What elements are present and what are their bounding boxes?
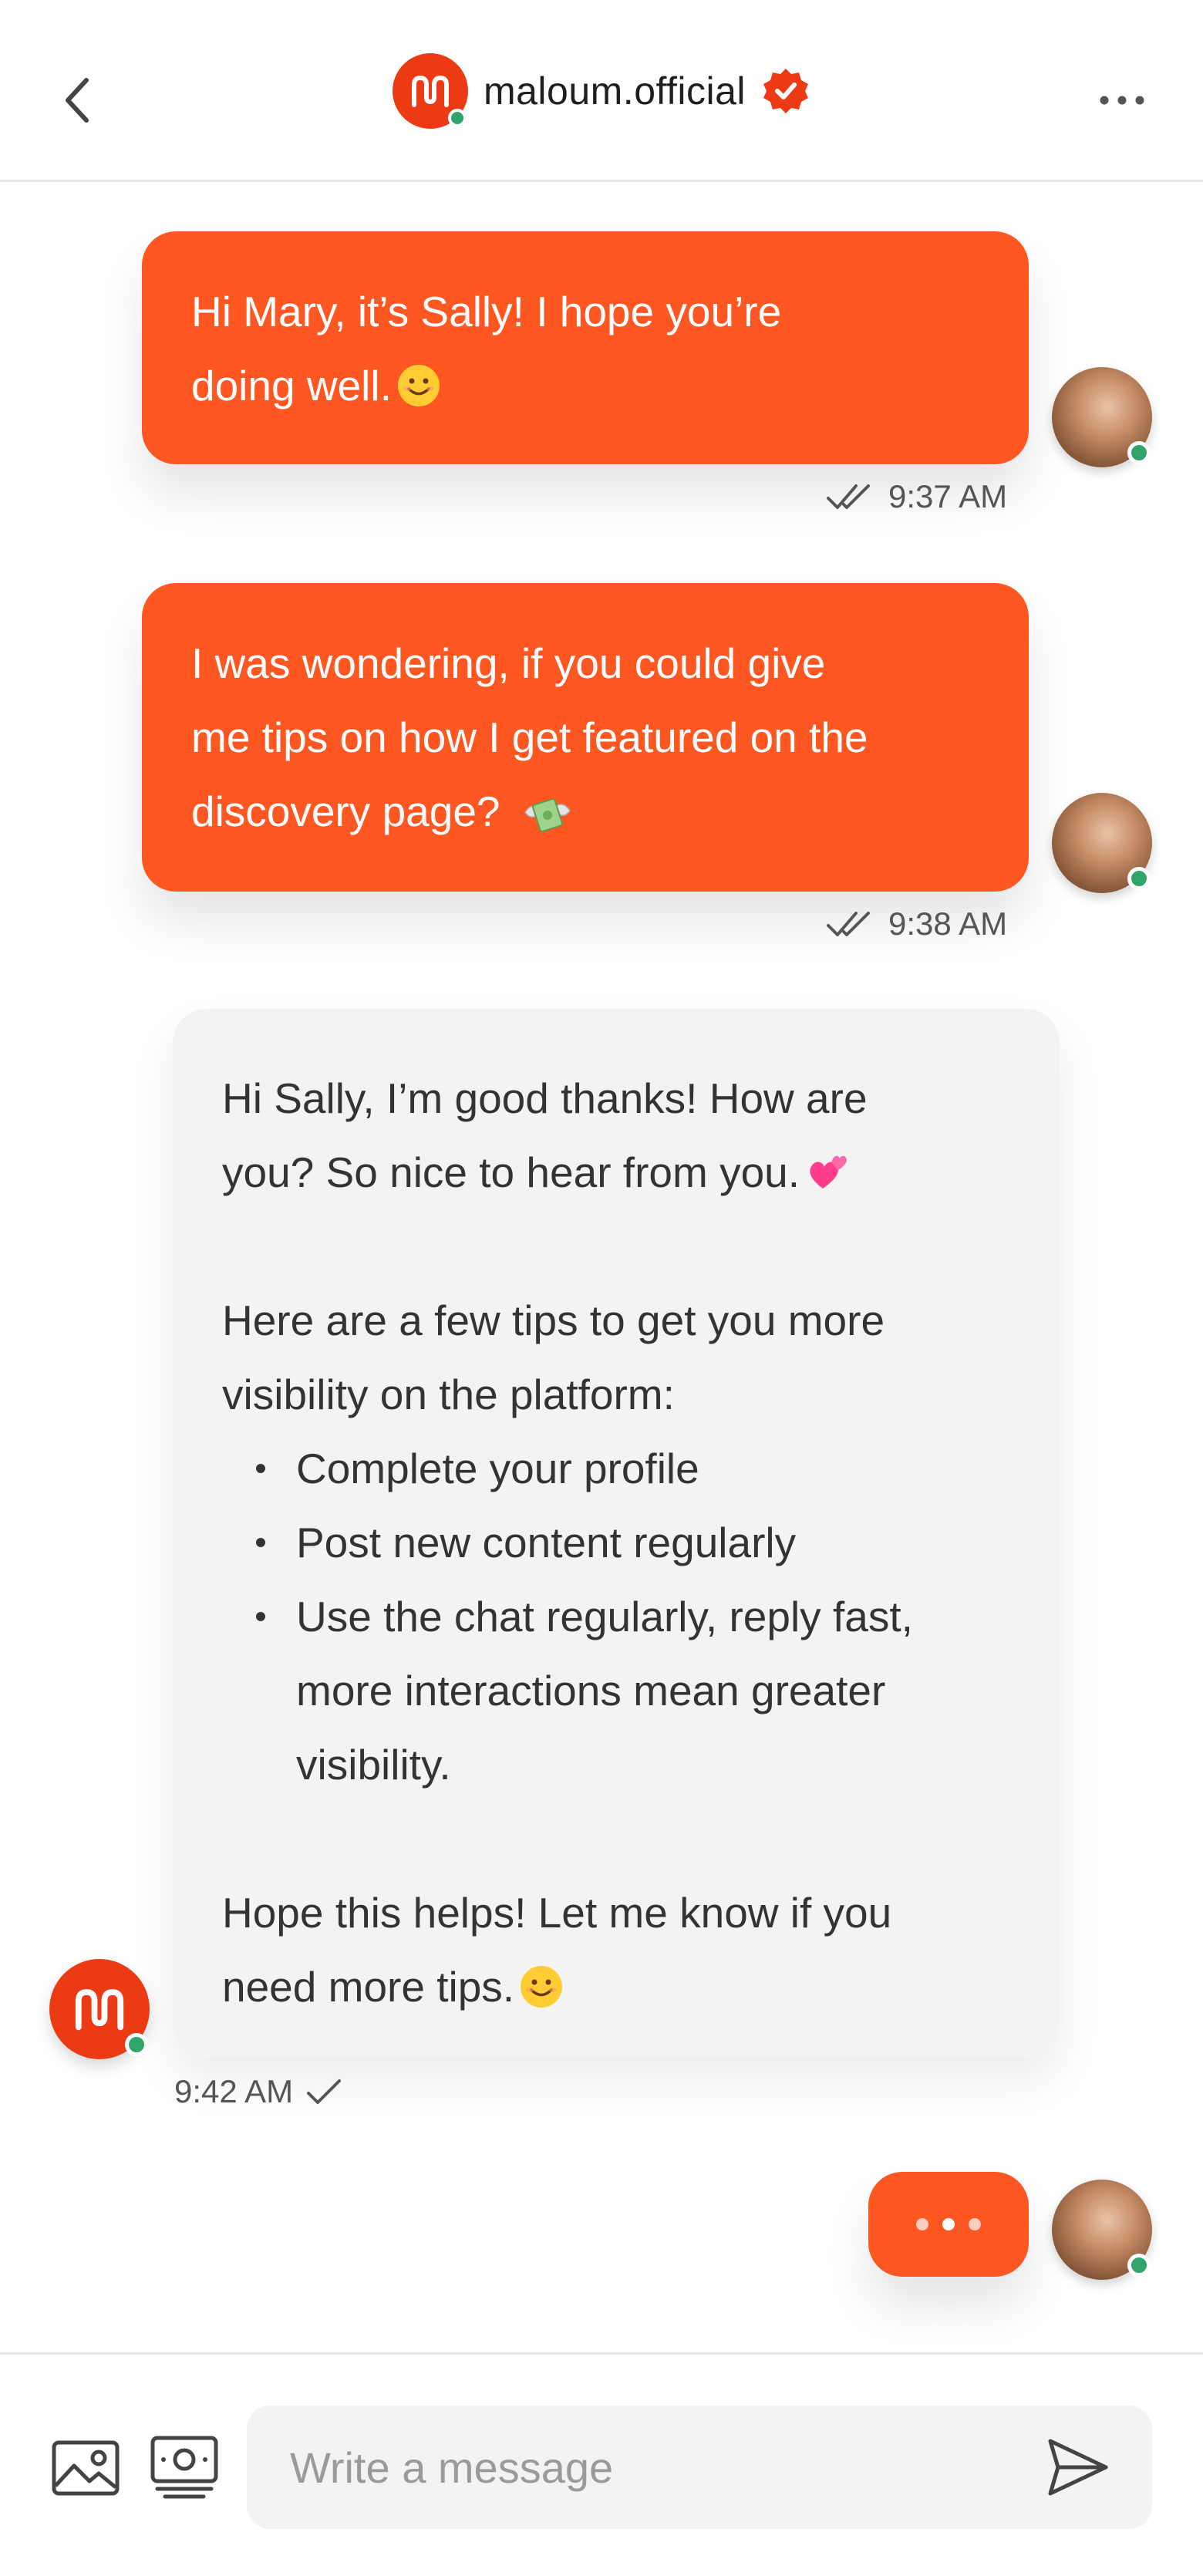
message-line-text: need more tips. [222,1963,515,2011]
tip-line: visibility. [296,1741,451,1789]
back-button[interactable] [54,69,100,131]
message-input-container [247,2406,1152,2529]
user-avatar[interactable] [1052,367,1152,467]
message-line: discovery page? [191,774,979,848]
chat-header-identity: maloum.official [0,0,1203,182]
online-indicator [125,2033,148,2056]
money-with-wings-emoji [524,798,571,832]
message-composer [0,2352,1203,2576]
message-meta: 9:37 AM [825,478,1007,515]
chat-screen: maloum.official Hi Mary, it’s Sally! I h… [0,0,1203,2576]
message-meta: 9:42 AM [174,2073,344,2110]
chat-header: maloum.official [0,0,1203,182]
chat-title[interactable]: maloum.official [484,69,746,113]
outgoing-message-bubble[interactable]: Hi Mary, it’s Sally! I hope you’re doing… [142,231,1029,464]
message-line: me tips on how I get featured on the [191,713,868,761]
user-avatar[interactable] [1052,2180,1152,2280]
send-icon [1048,2439,1108,2496]
send-tip-button[interactable] [150,2435,219,2504]
tip-line: more interactions mean greater [296,1667,886,1715]
send-button[interactable] [1040,2430,1114,2504]
typing-dot [942,2218,955,2230]
message-line: need more tips. [222,1950,1010,2024]
tips-list: Complete your profile Post new content r… [222,1431,1010,1802]
message-line-text: you? So nice to hear from you. [222,1148,800,1196]
message-time: 9:42 AM [174,2073,294,2109]
verified-badge-icon [763,69,809,113]
message-line-text: doing well. [191,362,392,410]
message-line: you? So nice to hear from you. [222,1135,1010,1209]
double-check-icon [827,484,870,509]
typing-indicator [868,2172,1029,2277]
smiling-face-emoji [521,1966,563,2008]
chevron-left-icon [66,78,89,123]
check-icon [307,2079,342,2104]
two-hearts-emoji [810,1155,847,1189]
attach-image-button[interactable] [51,2439,120,2500]
online-indicator [1127,441,1151,464]
money-icon [150,2436,218,2499]
message-meta: 9:38 AM [825,905,1007,942]
message-line-text: discovery page? [191,787,500,835]
smiling-face-emoji [397,365,440,406]
maloum-logo-icon [75,1989,124,2031]
typing-dot [969,2218,981,2230]
maloum-logo-icon [411,75,449,107]
message-line: doing well. [191,349,979,423]
more-options-button[interactable] [1095,85,1149,116]
message-input[interactable] [290,2406,984,2529]
double-check-icon [827,912,870,936]
tip-line: Use the chat regularly, reply fast, [296,1593,913,1640]
incoming-message-bubble[interactable]: Hi Sally, I’m good thanks! How are you? … [173,1009,1060,2058]
online-indicator [1127,2254,1151,2277]
brand-avatar[interactable] [392,53,468,129]
message-line: Here are a few tips to get you more [222,1296,885,1344]
message-line: Hi Sally, I’m good thanks! How are [222,1074,868,1122]
message-line: I was wondering, if you could give [191,639,826,687]
outgoing-message-bubble[interactable]: I was wondering, if you could give me ti… [142,583,1029,892]
tip-item: Post new content regularly [222,1505,1010,1580]
message-line: Hi Mary, it’s Sally! I hope you’re [191,288,782,335]
tip-item: Complete your profile [222,1431,1010,1505]
typing-dot [916,2218,928,2230]
message-time: 9:37 AM [888,478,1008,514]
online-indicator [447,109,467,127]
image-icon [52,2440,120,2496]
more-horizontal-icon [1100,96,1144,105]
message-line: Hope this helps! Let me know if you [222,1889,892,1937]
user-avatar[interactable] [1052,793,1152,893]
message-time: 9:38 AM [888,905,1008,942]
message-line: visibility on the platform: [222,1371,675,1418]
brand-avatar[interactable] [49,1959,150,2059]
tip-item: Use the chat regularly, reply fast, more… [222,1580,1010,1802]
online-indicator [1127,867,1151,890]
